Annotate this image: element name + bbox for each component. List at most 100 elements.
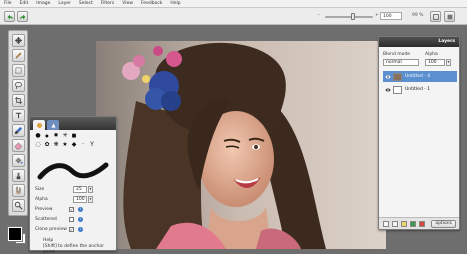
mask-icon[interactable]: [410, 221, 416, 227]
tab-brush-dynamics[interactable]: [47, 120, 59, 130]
photo-woman-flowers: [96, 41, 386, 249]
foreground-color-swatch[interactable]: [7, 226, 23, 242]
undo-button[interactable]: [4, 11, 15, 22]
tool-brush[interactable]: [12, 124, 25, 137]
crop-icon: [14, 96, 23, 105]
brush-stroke-preview: [37, 162, 109, 180]
text-icon: [15, 112, 22, 119]
fullscreen-icon: [447, 14, 452, 19]
redo-icon: [19, 14, 25, 19]
clone-preview-info-icon[interactable]: i: [78, 227, 83, 232]
lasso-icon: [14, 81, 23, 90]
layer-alpha-field[interactable]: 100: [425, 59, 445, 66]
brush-settings-icon: [36, 122, 42, 128]
layer-thumbnail: [393, 85, 402, 94]
marquee-icon: [15, 67, 22, 74]
zoom-icon: [14, 201, 23, 210]
zoom-slider-knob[interactable]: [351, 13, 356, 20]
menu-help[interactable]: Help: [166, 1, 184, 6]
fit-screen-icon: [432, 13, 439, 20]
duplicate-layer-icon[interactable]: [392, 221, 398, 227]
brush-shape[interactable]: ●: [34, 133, 42, 139]
visibility-eye-icon[interactable]: [385, 87, 391, 93]
zoom-slider[interactable]: [325, 16, 373, 18]
menu-view[interactable]: View: [118, 1, 137, 6]
zoom-in-icon[interactable]: +: [375, 13, 379, 18]
zoom-out-icon[interactable]: –: [318, 13, 320, 18]
tool-pencil[interactable]: [12, 49, 25, 62]
menu-file[interactable]: File: [0, 1, 16, 6]
preview-info-icon[interactable]: i: [78, 207, 83, 212]
tool-bucket[interactable]: [12, 154, 25, 167]
brush-shape[interactable]: ◆: [70, 142, 78, 148]
brush-shape[interactable]: ❋: [52, 142, 60, 148]
layer-options-button[interactable]: options: [431, 220, 456, 228]
zoom-value-field[interactable]: 100: [380, 12, 402, 20]
move-icon: [14, 36, 23, 45]
layer-alpha-spinner[interactable]: ▾: [446, 59, 451, 66]
delete-layer-icon[interactable]: [419, 221, 425, 227]
menu-select[interactable]: Select: [75, 1, 97, 6]
brush-shape[interactable]: ✸: [52, 133, 60, 139]
brush-settings-panel: ● ● ✸ ✳ ■ ◌ ✿ ❋ ★ ◆ · Y Size 25 ▾ Alpha …: [29, 116, 117, 254]
layer-row-selected[interactable]: Untitled - 4: [383, 71, 457, 82]
brush-shape[interactable]: ★: [61, 142, 69, 148]
tool-move[interactable]: [12, 34, 25, 47]
brush-shape[interactable]: ◌: [34, 142, 42, 148]
clone-preview-checkbox[interactable]: ✓: [69, 227, 74, 232]
scattered-checkbox[interactable]: [69, 217, 74, 222]
menu-filters[interactable]: Filters: [97, 1, 119, 6]
brush-dynamics-icon: [50, 122, 56, 128]
brush-shape[interactable]: ·: [79, 142, 87, 148]
alpha-label: Alpha: [35, 197, 48, 202]
brush-panel-tabs: [30, 117, 116, 130]
alpha-field[interactable]: 100: [73, 196, 87, 203]
layer-row[interactable]: Untitled - 1: [383, 84, 457, 95]
layers-panel-title: Layers: [379, 37, 459, 47]
eraser-icon: [14, 142, 23, 150]
new-layer-icon[interactable]: [383, 221, 389, 227]
folder-icon[interactable]: [401, 221, 407, 227]
brush-shape[interactable]: ●: [43, 133, 51, 139]
tool-crop[interactable]: [12, 94, 25, 107]
redo-button[interactable]: [17, 11, 28, 22]
pencil-icon: [15, 52, 22, 59]
layers-panel: Layers Blend mode Alpha normal 100 ▾ Unt…: [378, 36, 460, 230]
brush-shape-grid: ● ● ✸ ✳ ■ ◌ ✿ ❋ ★ ◆ · Y: [34, 133, 98, 155]
size-spinner[interactable]: ▾: [88, 186, 93, 193]
tab-brush-settings[interactable]: [33, 120, 45, 130]
brush-shape[interactable]: ✳: [61, 133, 69, 139]
brush-shape[interactable]: ✿: [43, 142, 51, 148]
fullscreen-button[interactable]: [444, 11, 455, 22]
layer-name: Untitled - 4: [405, 74, 431, 79]
preview-label: Preview: [35, 207, 53, 212]
brush-shape[interactable]: Y: [88, 142, 96, 148]
tool-clone[interactable]: [12, 169, 25, 182]
tool-zoom[interactable]: [12, 199, 25, 212]
size-field[interactable]: 25: [73, 186, 87, 193]
menu-layer[interactable]: Layer: [54, 1, 75, 6]
size-label: Size: [35, 187, 45, 192]
help-text: [Shift] to define the anchor point: [43, 244, 104, 254]
visibility-eye-icon[interactable]: [385, 74, 391, 80]
scattered-info-icon[interactable]: i: [78, 217, 83, 222]
blend-mode-select[interactable]: normal: [383, 59, 419, 66]
preview-checkbox[interactable]: ✓: [69, 207, 74, 212]
tool-smudge[interactable]: [12, 184, 25, 197]
menu-edit[interactable]: Edit: [16, 1, 33, 6]
brush-shape[interactable]: ■: [70, 133, 78, 139]
image-canvas[interactable]: [96, 41, 386, 249]
clone-stamp-icon: [16, 172, 21, 180]
tool-lasso[interactable]: [12, 79, 25, 92]
alpha-spinner[interactable]: ▾: [88, 196, 93, 203]
tool-marquee[interactable]: [12, 64, 25, 77]
tool-text[interactable]: [12, 109, 25, 122]
paint-bucket-icon: [15, 157, 23, 164]
layer-name: Untitled - 1: [405, 87, 431, 92]
blend-mode-label: Blend mode: [383, 52, 411, 57]
tool-eraser[interactable]: [12, 139, 25, 152]
fit-screen-button[interactable]: [430, 11, 441, 22]
layer-alpha-label: Alpha: [425, 52, 438, 57]
menu-feedback[interactable]: Feedback: [137, 1, 166, 6]
menu-image[interactable]: Image: [32, 1, 54, 6]
